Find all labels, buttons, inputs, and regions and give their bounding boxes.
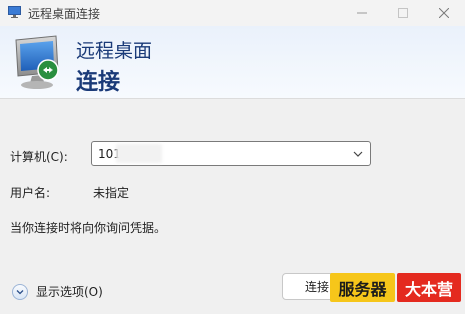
show-options-label: 显示选项(O): [36, 285, 103, 299]
maximize-icon: [398, 8, 408, 18]
minimize-icon: [357, 12, 367, 14]
expand-options-icon: [12, 283, 28, 300]
credentials-hint: 当你连接时将向你询问凭据。: [10, 221, 167, 235]
username-value: 未指定: [93, 186, 130, 200]
computer-combobox[interactable]: 101 213: [91, 141, 371, 166]
show-options-toggle[interactable]: 显示选项(O): [12, 283, 103, 300]
banner-title-line2: 连接: [76, 70, 121, 95]
username-label: 用户名:: [10, 186, 51, 200]
minimize-button[interactable]: [342, 0, 382, 26]
banner-title-line1: 远程桌面: [76, 40, 153, 62]
remote-desktop-app-icon: [8, 6, 21, 18]
remote-desktop-monitor-icon: [15, 35, 59, 89]
maximize-button[interactable]: [383, 0, 423, 26]
close-icon: [439, 8, 449, 18]
watermark-badge-secondary: 大本营: [397, 273, 461, 302]
watermark-badge-primary: 服务器: [330, 273, 395, 302]
chevron-down-icon[interactable]: [352, 148, 364, 160]
redacted-region: [116, 144, 162, 163]
close-button[interactable]: [424, 0, 464, 26]
header-banner: 远程桌面 连接: [0, 26, 465, 99]
title-bar: 远程桌面连接: [0, 0, 465, 26]
computer-label: 计算机(C):: [10, 150, 68, 164]
window-title: 远程桌面连接: [28, 7, 101, 21]
rdp-window: 远程桌面连接 远程桌面 连接 计算机(C): 101 用户名: 未指定 当你连接…: [0, 0, 465, 314]
